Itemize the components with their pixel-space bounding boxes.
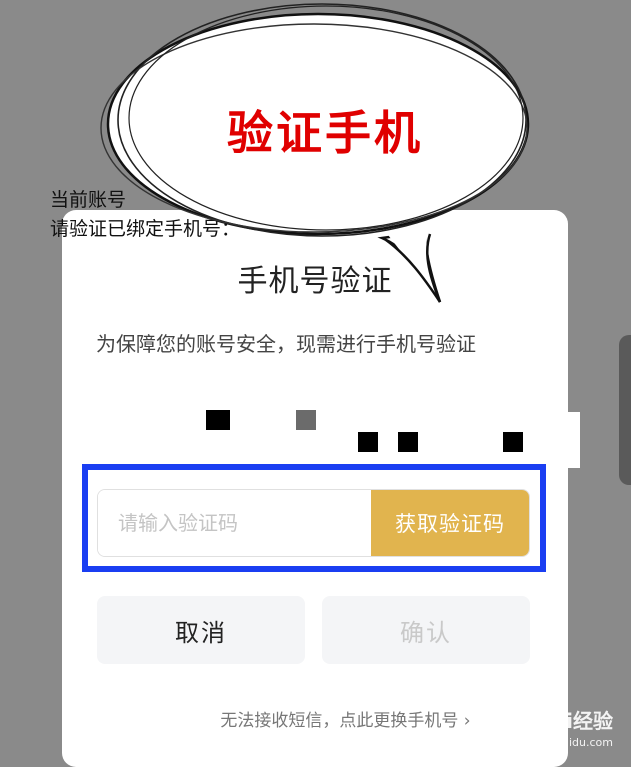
redaction-mask <box>206 410 230 430</box>
redaction-mask <box>398 432 418 452</box>
watermark-brand: Bai经验 <box>537 709 613 733</box>
redaction-mask <box>503 432 523 452</box>
side-tab <box>619 335 631 485</box>
cancel-button[interactable]: 取消 <box>97 596 305 664</box>
baidu-watermark: Bai经验 jingyan.baidu.com <box>511 705 613 749</box>
get-code-button[interactable]: 获取验证码 <box>371 490 529 556</box>
redaction-mask <box>296 410 316 430</box>
confirm-button[interactable]: 确认 <box>322 596 530 664</box>
watermark-url: jingyan.baidu.com <box>511 736 613 749</box>
redaction-whiteout <box>200 372 352 412</box>
verification-code-row: 获取验证码 <box>97 489 530 557</box>
redaction-mask <box>358 432 378 452</box>
annotation-text: 验证手机 <box>227 106 423 160</box>
verification-code-input[interactable] <box>98 490 368 556</box>
dialog-description: 为保障您的账号安全，现需进行手机号验证 <box>96 332 476 356</box>
